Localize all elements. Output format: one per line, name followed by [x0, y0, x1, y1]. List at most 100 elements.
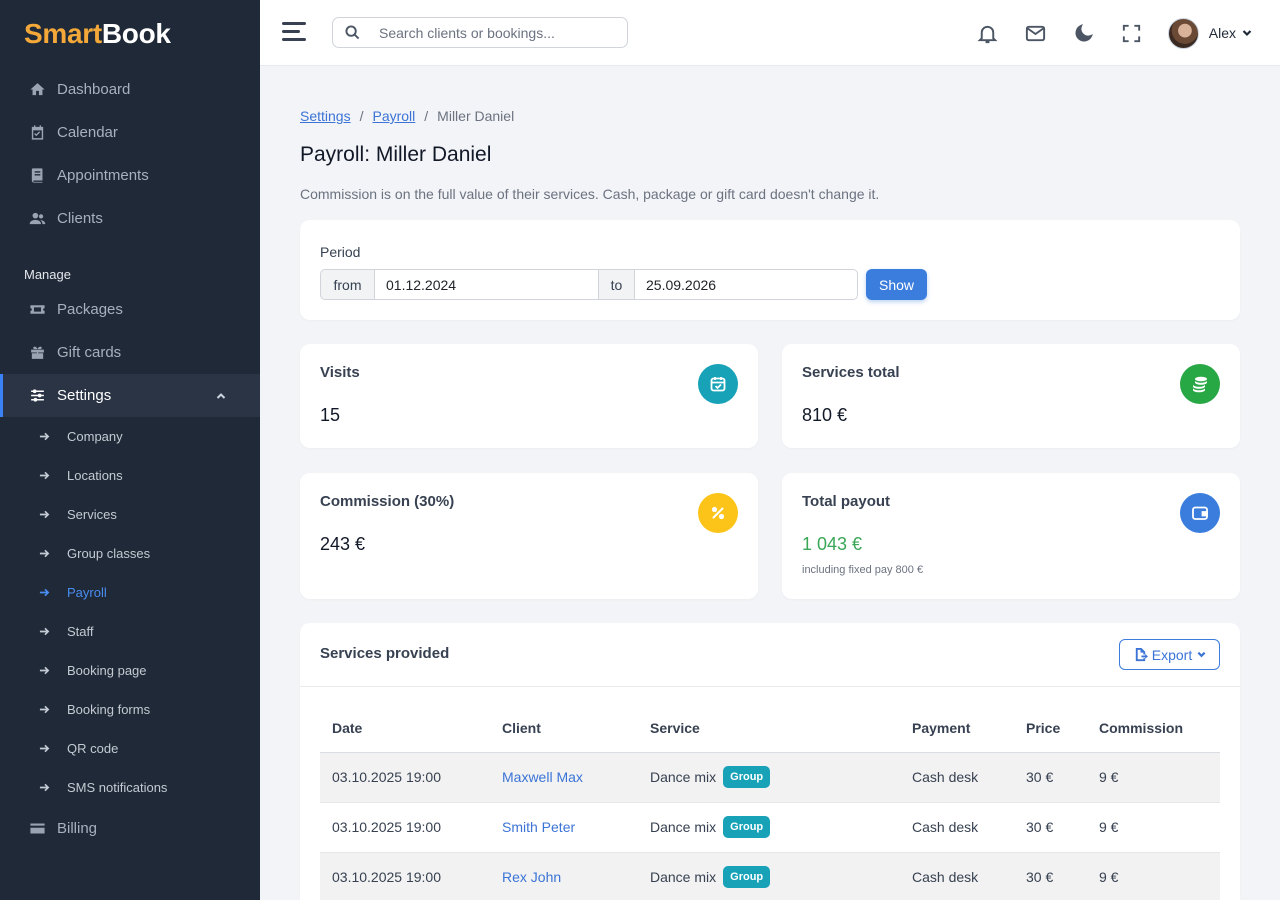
sidebar-subitem-booking-forms[interactable]: Booking forms	[0, 690, 260, 729]
sidebar-item-settings[interactable]: Settings	[0, 374, 260, 417]
services-total-title: Services total	[802, 364, 900, 381]
sidebar-subitem-label: QR code	[67, 741, 119, 756]
cell-date: 03.10.2025 19:00	[320, 802, 490, 853]
arrow-right-icon	[39, 587, 51, 598]
coins-icon	[1180, 364, 1220, 404]
commission-card: Commission (30%) 243 €	[300, 473, 758, 599]
services-title: Services provided	[320, 645, 450, 662]
export-button[interactable]: Export	[1119, 639, 1220, 670]
sidebar-subitem-booking-page[interactable]: Booking page	[0, 651, 260, 690]
sidebar-item-packages[interactable]: Packages	[0, 288, 260, 331]
sidebar-item-clients[interactable]: Clients	[0, 197, 260, 240]
cell-price: 30 €	[1014, 802, 1087, 853]
column-header[interactable]: Payment	[900, 705, 1014, 753]
sidebar-item-label: Appointments	[57, 167, 149, 184]
bell-icon[interactable]	[976, 21, 1000, 45]
sliders-icon	[28, 387, 46, 405]
sidebar-subitem-company[interactable]: Company	[0, 417, 260, 456]
sidebar-subitem-label: Staff	[67, 624, 94, 639]
credit-card-icon	[28, 820, 46, 838]
fullscreen-icon[interactable]	[1120, 21, 1144, 45]
chevron-down-icon	[1197, 651, 1206, 658]
sidebar-section-manage: Manage	[24, 267, 71, 282]
percent-icon	[698, 493, 738, 533]
sidebar-item-dashboard[interactable]: Dashboard	[0, 68, 260, 111]
user-menu[interactable]: Alex	[1167, 17, 1252, 49]
sidebar-subitem-staff[interactable]: Staff	[0, 612, 260, 651]
column-header[interactable]: Date	[320, 705, 490, 753]
column-header[interactable]: Service	[638, 705, 900, 753]
cell-client: Maxwell Max	[490, 752, 638, 803]
sidebar-item-gift-cards[interactable]: Gift cards	[0, 331, 260, 374]
group-badge: Group	[723, 816, 771, 838]
chevron-up-icon[interactable]	[216, 388, 226, 405]
search-box[interactable]	[332, 17, 628, 48]
breadcrumb-separator: /	[359, 108, 364, 124]
mail-icon[interactable]	[1024, 21, 1048, 45]
show-button[interactable]: Show	[866, 269, 927, 300]
sidebar: Smart Book Dashboard Calendar Appointment…	[0, 0, 260, 900]
sidebar-subitem-sms-notifications[interactable]: SMS notifications	[0, 768, 260, 807]
arrow-right-icon	[39, 782, 51, 793]
cell-price: 30 €	[1014, 752, 1087, 803]
column-header[interactable]: Price	[1014, 705, 1087, 753]
chevron-down-icon	[1242, 28, 1252, 38]
sidebar-subitem-services[interactable]: Services	[0, 495, 260, 534]
page-title: Payroll: Miller Daniel	[300, 143, 492, 166]
visits-title: Visits	[320, 364, 360, 381]
from-date-input[interactable]	[375, 269, 599, 300]
sidebar-subitem-locations[interactable]: Locations	[0, 456, 260, 495]
breadcrumb: Settings / Payroll / Miller Daniel	[300, 108, 514, 124]
brand-logo[interactable]: Smart Book	[0, 0, 260, 68]
cell-commission: 9 €	[1087, 802, 1220, 853]
brand-part2: Book	[101, 18, 171, 49]
arrow-right-icon	[39, 431, 51, 442]
from-label: from	[320, 269, 375, 300]
total-payout-value: 1 043 €	[802, 534, 863, 554]
sidebar-subitem-qr-code[interactable]: QR code	[0, 729, 260, 768]
users-icon	[28, 210, 46, 228]
service-name: Dance mix	[650, 869, 717, 885]
cell-date: 03.10.2025 19:00	[320, 752, 490, 803]
sidebar-item-billing[interactable]: Billing	[0, 807, 260, 850]
column-header[interactable]: Client	[490, 705, 638, 753]
period-label: Period	[320, 244, 361, 260]
sidebar-item-label: Dashboard	[57, 81, 131, 98]
brand-part1: Smart	[24, 18, 102, 49]
column-header[interactable]: Commission	[1087, 705, 1220, 753]
sidebar-item-appointments[interactable]: Appointments	[0, 154, 260, 197]
sidebar-subitem-label: Booking page	[67, 663, 147, 678]
search-input[interactable]	[379, 24, 609, 41]
sidebar-item-label: Gift cards	[57, 344, 122, 361]
sidebar-subitem-group-classes[interactable]: Group classes	[0, 534, 260, 573]
table-row: 03.10.2025 19:00 Rex John Dance mix Group…	[320, 852, 1220, 900]
client-link[interactable]: Rex John	[502, 869, 561, 885]
cell-date: 03.10.2025 19:00	[320, 852, 490, 900]
calendar-icon	[28, 124, 46, 142]
sidebar-item-calendar[interactable]: Calendar	[0, 111, 260, 154]
period-filter: from to Show	[320, 269, 927, 300]
to-label: to	[599, 269, 635, 300]
commission-title: Commission (30%)	[320, 493, 455, 510]
visits-value: 15	[320, 405, 341, 425]
client-link[interactable]: Smith Peter	[502, 819, 575, 835]
client-link[interactable]: Maxwell Max	[502, 769, 583, 785]
arrow-right-icon	[39, 548, 51, 559]
services-total-value: 810 €	[802, 405, 848, 425]
sidebar-item-label: Calendar	[57, 124, 118, 141]
menu-toggle-icon[interactable]	[282, 22, 306, 42]
table-row: 03.10.2025 19:00 Smith Peter Dance mix Gr…	[320, 802, 1220, 853]
ticket-icon	[28, 301, 46, 319]
sidebar-subitem-payroll[interactable]: Payroll	[0, 573, 260, 612]
search-icon	[345, 24, 361, 41]
breadcrumb-settings-link[interactable]: Settings	[300, 108, 351, 124]
moon-icon[interactable]	[1072, 21, 1096, 45]
cell-service: Dance mix Group	[638, 752, 900, 803]
wallet-icon	[1180, 493, 1220, 533]
group-badge: Group	[723, 866, 771, 888]
to-date-input[interactable]	[635, 269, 858, 300]
cell-payment: Cash desk	[900, 802, 1014, 853]
breadcrumb-payroll-link[interactable]: Payroll	[372, 108, 415, 124]
calendar-check-icon	[698, 364, 738, 404]
cell-service: Dance mix Group	[638, 802, 900, 853]
